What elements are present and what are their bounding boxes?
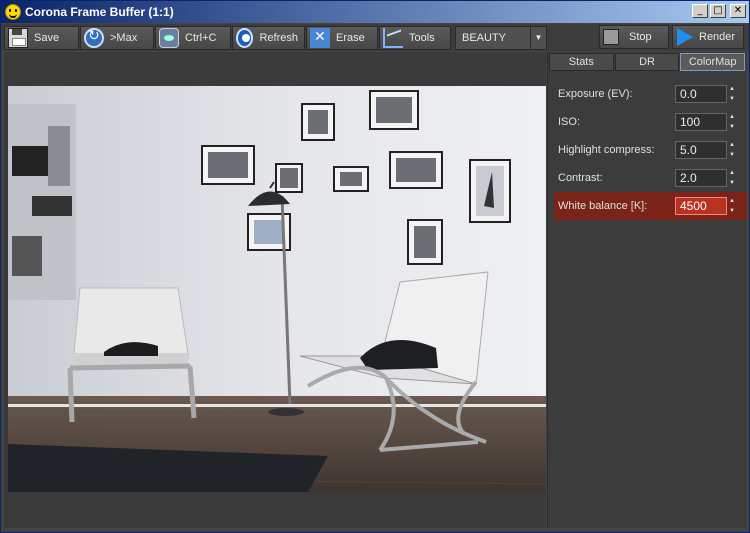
erase-icon: [310, 27, 330, 48]
refresh-icon: [236, 27, 254, 48]
settings-panel: Stats DR ColorMap Exposure (EV): 0.0 ▲ ▼ …: [547, 52, 747, 528]
exposure-row: Exposure (EV): 0.0 ▲ ▼: [558, 80, 739, 108]
save-button[interactable]: Save: [4, 25, 79, 50]
copy-label: Ctrl+C: [185, 31, 217, 44]
graph-icon: [383, 27, 403, 48]
send-to-max-button[interactable]: >Max: [80, 25, 154, 50]
spin-up-icon[interactable]: ▲: [729, 113, 739, 121]
spin-down-icon[interactable]: ▼: [729, 179, 739, 187]
spin-up-icon[interactable]: ▲: [729, 141, 739, 149]
copy-icon: [159, 27, 179, 48]
erase-button[interactable]: Erase: [306, 25, 378, 50]
white-balance-label: White balance [K]:: [558, 200, 648, 212]
tab-stats[interactable]: Stats: [549, 53, 614, 71]
title-bar[interactable]: Corona Frame Buffer (1:1) _ □ ✕: [1, 1, 749, 23]
render-controls: Stop Render: [599, 25, 745, 49]
spin-down-icon[interactable]: ▼: [729, 123, 739, 131]
contrast-field[interactable]: 2.0: [675, 169, 727, 187]
refresh-label: Refresh: [259, 31, 298, 44]
toolbar: Save >Max Ctrl+C Refresh Erase Tools BEA…: [1, 24, 749, 51]
window-title: Corona Frame Buffer (1:1): [25, 5, 174, 19]
smiley-app-icon: [5, 4, 21, 20]
stop-button[interactable]: Stop: [599, 25, 669, 49]
exposure-spinner[interactable]: ▲ ▼: [729, 85, 739, 103]
white-balance-field[interactable]: 4500: [675, 197, 727, 215]
tab-colormap[interactable]: ColorMap: [680, 53, 746, 71]
channel-value: BEAUTY: [462, 31, 507, 44]
tools-button[interactable]: Tools: [379, 25, 451, 50]
highlight-compress-row: Highlight compress: 5.0 ▲ ▼: [558, 136, 739, 164]
panel-tabs: Stats DR ColorMap: [548, 53, 747, 71]
floppy-disk-icon: [8, 27, 28, 48]
save-label: Save: [34, 31, 60, 44]
highlight-compress-label: Highlight compress:: [558, 144, 655, 156]
iso-row: ISO: 100 ▲ ▼: [558, 108, 739, 136]
chevron-down-icon[interactable]: ▼: [530, 26, 546, 49]
max-logo-icon: [84, 27, 104, 48]
contrast-row: Contrast: 2.0 ▲ ▼: [558, 164, 739, 192]
play-icon: [677, 28, 693, 46]
stop-icon: [603, 29, 619, 45]
copy-button[interactable]: Ctrl+C: [155, 25, 231, 50]
stop-label: Stop: [629, 31, 652, 43]
minimize-button[interactable]: _: [692, 4, 708, 18]
rendered-image: [8, 86, 546, 492]
erase-label: Erase: [336, 31, 365, 44]
spin-down-icon[interactable]: ▼: [729, 151, 739, 159]
spin-down-icon[interactable]: ▼: [729, 207, 739, 215]
iso-label: ISO:: [558, 116, 581, 128]
contrast-spinner[interactable]: ▲ ▼: [729, 169, 739, 187]
render-viewport[interactable]: [4, 52, 546, 528]
exposure-field[interactable]: 0.0: [675, 85, 727, 103]
exposure-label: Exposure (EV):: [558, 88, 633, 100]
render-label: Render: [699, 31, 736, 43]
channel-select[interactable]: BEAUTY ▼: [455, 25, 547, 50]
spin-up-icon[interactable]: ▲: [729, 169, 739, 177]
white-balance-row: White balance [K]: 4500 ▲ ▼: [554, 192, 747, 220]
refresh-button[interactable]: Refresh: [232, 25, 305, 50]
maximize-button[interactable]: □: [710, 4, 726, 18]
highlight-compress-field[interactable]: 5.0: [675, 141, 727, 159]
contrast-label: Contrast:: [558, 172, 603, 184]
colormap-properties: Exposure (EV): 0.0 ▲ ▼ ISO: 100 ▲ ▼ Highli…: [548, 71, 747, 220]
render-button[interactable]: Render: [672, 25, 744, 49]
rendered-scene: [8, 86, 546, 492]
close-button[interactable]: ✕: [730, 4, 746, 18]
window-controls: _ □ ✕: [692, 4, 746, 18]
spin-up-icon[interactable]: ▲: [729, 197, 739, 205]
spin-down-icon[interactable]: ▼: [729, 95, 739, 103]
spin-up-icon[interactable]: ▲: [729, 85, 739, 93]
frame-buffer-window: Corona Frame Buffer (1:1) _ □ ✕ Save >Ma…: [0, 0, 750, 533]
iso-spinner[interactable]: ▲ ▼: [729, 113, 739, 131]
white-balance-spinner[interactable]: ▲ ▼: [729, 197, 739, 215]
max-label: >Max: [110, 31, 138, 44]
tab-dr[interactable]: DR: [614, 53, 680, 71]
tools-label: Tools: [409, 31, 435, 44]
highlight-compress-spinner[interactable]: ▲ ▼: [729, 141, 739, 159]
iso-field[interactable]: 100: [675, 113, 727, 131]
